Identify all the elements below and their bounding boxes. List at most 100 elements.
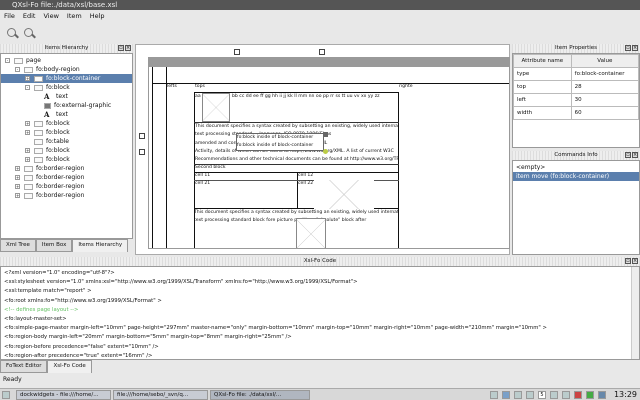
tray-icon[interactable] (573, 390, 582, 399)
taskbar-task[interactable]: file:///home/sebo/_svn/q... (113, 389, 208, 400)
column-header[interactable]: Value (570, 54, 640, 68)
tab[interactable]: FoText Editor (0, 360, 48, 373)
table-cell[interactable]: cell 21 (195, 180, 210, 188)
attribute-value[interactable]: 30 (570, 93, 640, 107)
resize-handle[interactable] (319, 49, 325, 55)
tab[interactable]: Xsl-Fo Code (47, 360, 92, 373)
command-item[interactable]: item move (fo:block-container) (513, 172, 639, 181)
float-icon[interactable]: ▫ (625, 258, 631, 264)
dock-header: Item Properties ▫ × (512, 44, 640, 53)
tab[interactable]: Items Hierarchy (72, 239, 129, 252)
tree-item[interactable]: + fo:border-region (1, 191, 132, 200)
pager-icon[interactable] (501, 390, 510, 399)
menu-view[interactable]: View (43, 10, 58, 23)
tree-item[interactable]: + fo:block (1, 119, 132, 128)
collapse-icon[interactable]: - (15, 67, 20, 72)
top-region-label: tops (195, 84, 205, 89)
taskbar-task[interactable]: QXsl-Fo file: ./data/xsl/... (210, 389, 310, 400)
network-icon[interactable] (597, 390, 606, 399)
tree-item[interactable]: + fo:border-region (1, 182, 132, 191)
dock-title: Xsl-Fo Code (303, 258, 337, 264)
menu-edit[interactable]: Edit (23, 10, 36, 23)
battery-icon[interactable] (585, 390, 594, 399)
table-cell[interactable]: cell 22 (298, 180, 313, 188)
tree-item[interactable]: + fo:block (1, 146, 132, 155)
resize-handle[interactable] (323, 132, 328, 137)
tree-item[interactable]: Atext (1, 110, 132, 119)
code-editor[interactable]: <?xml version="1.0" encoding="utf-8"?> <x… (0, 266, 640, 360)
float-icon[interactable]: ▫ (625, 45, 631, 51)
tree-item[interactable]: + fo:block (1, 155, 132, 164)
close-icon[interactable]: × (632, 152, 638, 158)
tree-item[interactable]: + fo:border-region (1, 173, 132, 182)
move-handle[interactable] (323, 149, 328, 154)
expand-icon[interactable]: + (15, 175, 20, 180)
tab[interactable]: Item Box (35, 239, 73, 252)
code-line: <fo:layout-master-set> (4, 316, 67, 323)
property-row[interactable]: left 30 (513, 93, 640, 107)
float-icon[interactable]: ▫ (118, 45, 124, 51)
tree-item[interactable]: - fo:body-region (1, 65, 132, 74)
tree-item[interactable]: + fo:block (1, 128, 132, 137)
commands-list[interactable]: <empty> item move (fo:block-container) (512, 160, 640, 255)
tree-item[interactable]: + fo:block-container (1, 74, 132, 83)
external-graphic-placeholder[interactable] (202, 93, 230, 122)
expand-icon[interactable]: + (25, 130, 30, 135)
attribute-value[interactable]: 28 (570, 80, 640, 94)
expand-icon[interactable]: + (15, 184, 20, 189)
collapse-icon[interactable]: - (25, 85, 30, 90)
taskbar-task[interactable]: dockwidgets - file:///home/... (16, 389, 111, 400)
expand-icon[interactable]: + (25, 76, 30, 81)
property-row[interactable]: type fo:block-container (513, 67, 640, 81)
menu-file[interactable]: File (4, 10, 15, 23)
tree-item[interactable]: + fo:border-region (1, 164, 132, 173)
expand-icon[interactable]: + (25, 157, 30, 162)
tree-item[interactable]: fo:table (1, 137, 132, 146)
command-item[interactable]: <empty> (513, 163, 639, 172)
canvas-area[interactable]: lefts tops righte aa bb cc dd ee ff gg h… (135, 44, 510, 255)
resize-handle[interactable] (139, 133, 145, 139)
menu-item[interactable]: Item (67, 10, 82, 23)
pager-icon[interactable] (525, 390, 534, 399)
tree-item-label: fo:body-region (36, 66, 80, 73)
status-bar: Ready (3, 376, 22, 383)
tree-item[interactable]: - page (1, 56, 132, 65)
clipboard-icon[interactable] (561, 390, 570, 399)
attribute-value[interactable]: fo:block-container (570, 67, 640, 81)
resize-handle[interactable] (139, 149, 145, 155)
expand-icon[interactable]: + (25, 121, 30, 126)
zoom-in-icon[interactable] (6, 27, 19, 40)
attribute-value[interactable]: 60 (570, 106, 640, 120)
absolute-picture-placeholder[interactable] (296, 218, 326, 248)
pager-icon[interactable] (513, 390, 522, 399)
resize-handle[interactable] (234, 49, 240, 55)
collapse-icon[interactable]: - (5, 58, 10, 63)
property-row[interactable]: width 60 (513, 106, 640, 120)
page-icon (14, 57, 23, 64)
tray-icon[interactable] (549, 390, 558, 399)
property-row[interactable]: top 28 (513, 80, 640, 94)
commands-info-dock: Commands Info ▫ × <empty> item move (fo:blo… (512, 151, 640, 255)
tab[interactable]: Xml Tree (0, 239, 36, 252)
block-container-overlay[interactable]: fo:block inside of block-container fo:bl… (236, 133, 324, 151)
start-menu-icon[interactable] (2, 390, 10, 399)
tree-item[interactable]: Atext (1, 92, 132, 101)
pager-icon[interactable] (489, 390, 498, 399)
zoom-out-icon[interactable] (23, 27, 36, 40)
code-line: <fo:region-before precedence="false" ext… (4, 343, 159, 350)
title-bar: QXsl-Fo file:./data/xsl/base.xsl (0, 0, 640, 10)
expand-icon[interactable]: + (15, 166, 20, 171)
tree-item[interactable]: fo:external-graphic (1, 101, 132, 110)
expand-icon[interactable]: + (15, 193, 20, 198)
close-icon[interactable]: × (632, 45, 638, 51)
tree-item[interactable]: - fo:block (1, 83, 132, 92)
tree-view[interactable]: - page - fo:body-region + fo:block-container -… (0, 53, 133, 239)
close-icon[interactable]: × (125, 45, 131, 51)
close-icon[interactable]: × (632, 258, 638, 264)
expand-icon[interactable]: + (25, 148, 30, 153)
float-icon[interactable]: ▫ (625, 152, 631, 158)
menu-help[interactable]: Help (90, 10, 105, 23)
pager-desktop[interactable]: 5 (537, 390, 546, 399)
scrollbar[interactable] (631, 267, 639, 359)
column-header[interactable]: Attribute name (513, 54, 572, 68)
